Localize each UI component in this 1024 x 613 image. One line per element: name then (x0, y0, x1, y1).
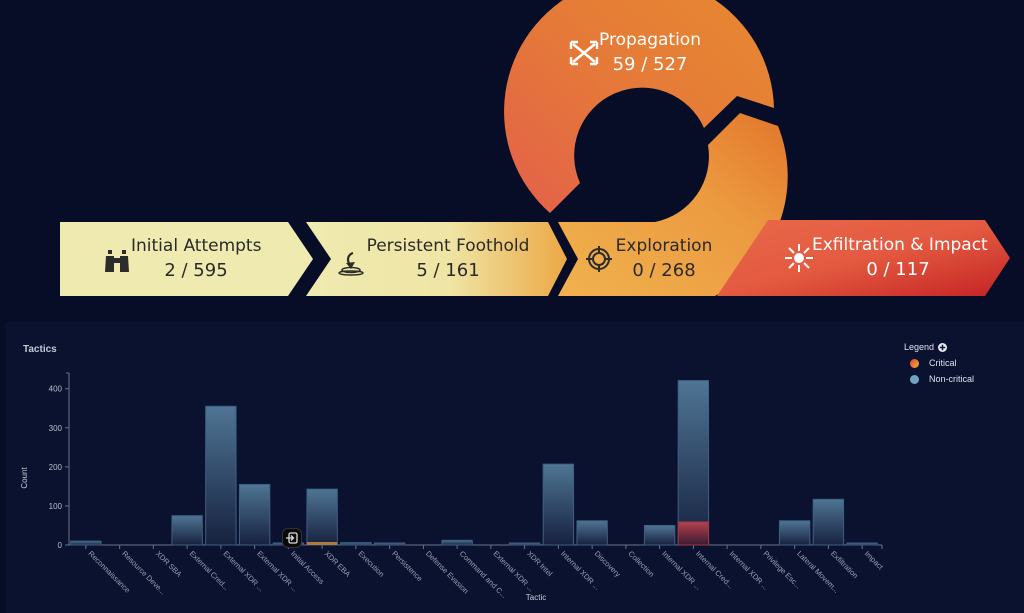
bar-noncritical[interactable] (306, 488, 338, 546)
bar-noncritical[interactable] (846, 542, 878, 546)
stage-count: 2 / 595 (164, 260, 228, 281)
x-tick-label: Exfiltration (829, 549, 860, 580)
x-tick-label: Impact (863, 549, 886, 572)
critical-swatch (910, 358, 919, 368)
login-shortcut-button[interactable] (282, 528, 302, 548)
bar-noncritical[interactable] (373, 542, 406, 546)
bar-noncritical[interactable] (340, 542, 372, 546)
x-tick-label: Execution (356, 549, 386, 579)
legend-toggle[interactable]: Legend (904, 342, 974, 352)
stage-title: Propagation (599, 30, 701, 50)
bar-critical[interactable] (306, 542, 338, 545)
bar-noncritical[interactable] (677, 380, 710, 546)
x-tick-label: Collection (626, 549, 656, 579)
bar-noncritical[interactable] (508, 542, 541, 546)
anchor-drop-icon (338, 251, 364, 276)
stage-exfiltration-impact[interactable]: Exfiltration & Impact 0 / 117 (812, 235, 988, 280)
burst-icon (785, 244, 813, 272)
stage-title: Persistent Foothold (366, 236, 530, 256)
bar-noncritical[interactable] (238, 483, 271, 546)
tactics-bar-chart: 0100200300400 ReconnaissanceResource Dev… (20, 372, 886, 602)
bar-noncritical[interactable] (542, 463, 575, 546)
enter-icon (286, 532, 298, 544)
shuffle-arrows-icon (569, 40, 599, 66)
bar-noncritical[interactable] (205, 405, 237, 546)
x-tick-label: XDR Intel (525, 549, 554, 578)
bar-noncritical[interactable] (171, 515, 203, 546)
y-tick-label: 0 (58, 541, 63, 550)
y-tick-label: 200 (49, 463, 63, 472)
stage-exploration[interactable]: Exploration 0 / 268 (612, 236, 716, 281)
stage-count: 0 / 268 (632, 260, 696, 281)
stage-title: Initial Attempts (131, 236, 262, 256)
legend-item-critical[interactable]: Critical (910, 358, 974, 368)
x-tick-label: Persistence (390, 549, 424, 583)
y-tick-label: 300 (49, 424, 63, 433)
legend-label: Critical (929, 358, 957, 368)
stage-propagation[interactable]: Propagation 59 / 527 (598, 30, 702, 75)
stage-count: 59 / 527 (612, 54, 688, 75)
legend-item-noncritical[interactable]: Non-critical (910, 374, 974, 384)
x-tick-label: XDR SBA (154, 549, 184, 579)
noncritical-swatch (910, 374, 919, 384)
y-tick-label: 100 (49, 502, 63, 511)
stage-count: 0 / 117 (866, 259, 930, 280)
stage-title: Exploration (615, 236, 713, 256)
bar-noncritical[interactable] (576, 520, 608, 546)
stage-title: Exfiltration & Impact (812, 235, 988, 255)
legend-title: Legend (904, 342, 935, 352)
plus-circle-icon[interactable] (938, 342, 948, 352)
y-tick-label: 400 (49, 385, 63, 394)
x-tick-label: XDR EBA (323, 549, 353, 579)
bar-noncritical[interactable] (778, 520, 811, 546)
x-tick-label: Discovery (593, 549, 623, 579)
kill-chain-flow: Initial Attempts 2 / 595 Persistent Foot… (0, 0, 1024, 320)
bar-noncritical[interactable] (812, 498, 845, 546)
x-axis-label: Tactic (526, 593, 546, 602)
binoculars-icon (105, 250, 129, 272)
bar-noncritical[interactable] (70, 540, 102, 546)
crosshair-icon (586, 246, 612, 272)
bar-noncritical[interactable] (441, 539, 473, 546)
tactics-panel: Tactics 0 100 200 300 400 Reconnaissance Reso… (6, 322, 1024, 613)
legend-label: Non-critical (929, 374, 975, 384)
stage-persistent-foothold[interactable]: Persistent Foothold 5 / 161 (366, 236, 530, 281)
stage-initial-attempts[interactable]: Initial Attempts 2 / 595 (131, 236, 261, 281)
bar-critical[interactable] (677, 521, 710, 546)
bar-noncritical[interactable] (643, 524, 676, 546)
stage-count: 5 / 161 (416, 260, 480, 281)
y-axis-label: Count (20, 467, 29, 489)
chart-legend: Legend Critical Non-critical (904, 342, 974, 384)
